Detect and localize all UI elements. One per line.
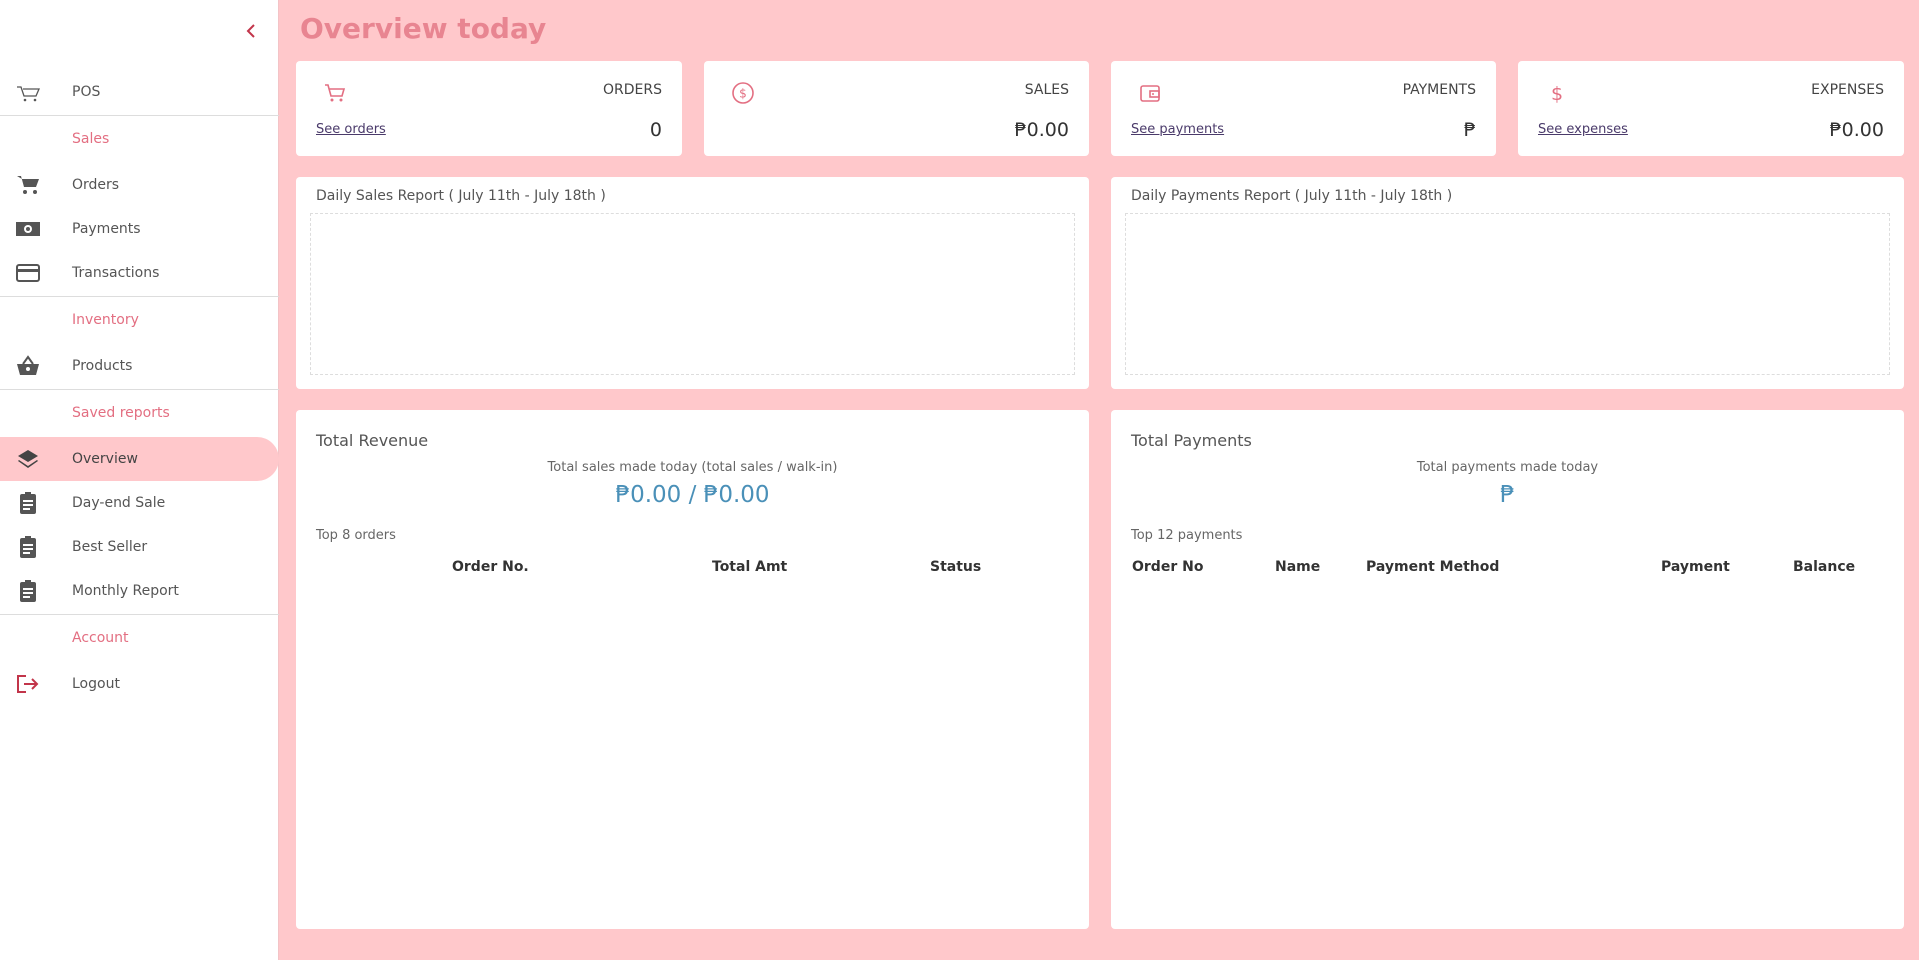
sidebar-item-label: Orders [72,177,120,193]
orders-caption: ORDERS [603,82,662,98]
logout-icon [15,672,41,696]
sales-stat-card: $ SALES ₱0.00 [704,61,1089,156]
total-revenue-card: Total Revenue Total sales made today (to… [296,410,1089,929]
column-header-order-no[interactable]: Order No. [452,559,529,575]
payments-caption: PAYMENTS [1402,82,1476,98]
sidebar-item-pos[interactable]: POS [0,70,279,114]
column-header-payment[interactable]: Payment [1661,559,1730,575]
daily-payments-report-card: Daily Payments Report ( July 11th - July… [1111,177,1904,389]
credit-card-icon [15,261,41,285]
divider [0,115,279,116]
daily-sales-chart-area [310,213,1075,375]
sidebar-item-payments[interactable]: Payments [0,207,279,251]
daily-payments-chart-area [1125,213,1890,375]
see-expenses-link[interactable]: See expenses [1538,122,1628,137]
sidebar-item-label: Payments [72,221,141,237]
sidebar-item-best-seller[interactable]: Best Seller [0,525,279,569]
total-revenue-amount: ₱0.00 / ₱0.00 [615,482,770,508]
section-header-saved-reports: Saved reports [72,405,170,421]
expenses-caption: EXPENSES [1811,82,1884,98]
payments-stat-card: PAYMENTS See payments ₱ [1111,61,1496,156]
sidebar-item-logout[interactable]: Logout [0,662,279,706]
divider [0,389,279,390]
see-orders-link[interactable]: See orders [316,122,386,137]
sidebar-item-overview[interactable]: Overview [0,437,279,481]
section-header-account: Account [72,630,129,646]
svg-text:$: $ [1551,83,1563,105]
sidebar-item-monthly-report[interactable]: Monthly Report [0,569,279,613]
cart-icon [323,81,347,105]
layers-icon [15,447,41,471]
sidebar-item-label: Transactions [72,265,160,281]
page-title: Overview today [300,12,547,45]
cart-outline-icon [15,80,41,104]
clipboard-icon [15,535,41,559]
cart-icon [15,173,41,197]
daily-sales-report-title: Daily Sales Report ( July 11th - July 18… [316,188,606,204]
total-payments-subtitle: Total payments made today [1416,460,1599,475]
total-revenue-title: Total Revenue [316,431,429,450]
daily-payments-report-title: Daily Payments Report ( July 11th - July… [1131,188,1453,204]
total-payments-amount: ₱ [1500,482,1515,508]
sales-value: ₱0.00 [1014,119,1069,141]
section-header-inventory: Inventory [72,312,139,328]
sidebar: POS Sales Orders Payments Transactions I… [0,0,279,960]
column-header-order-no[interactable]: Order No [1132,559,1203,575]
sidebar-item-orders[interactable]: Orders [0,163,279,207]
basket-icon [15,354,41,378]
wallet-icon [1138,81,1162,105]
payments-value: ₱ [1463,119,1476,141]
daily-sales-report-card: Daily Sales Report ( July 11th - July 18… [296,177,1089,389]
total-payments-card: Total Payments Total payments made today… [1111,410,1904,929]
cash-icon [15,217,41,241]
dollar-circle-icon: $ [731,81,755,105]
section-header-sales: Sales [72,131,110,147]
sidebar-item-label: Day-end Sale [72,495,166,511]
orders-stat-card: ORDERS See orders 0 [296,61,682,156]
top-payments-label: Top 12 payments [1131,528,1243,543]
see-payments-link[interactable]: See payments [1131,122,1224,137]
divider [0,614,279,615]
total-revenue-subtitle: Total sales made today (total sales / wa… [547,460,838,475]
clipboard-icon [15,579,41,603]
total-payments-title: Total Payments [1131,431,1252,450]
chevron-left-icon [246,24,255,38]
column-header-status[interactable]: Status [930,559,981,575]
column-header-total-amt[interactable]: Total Amt [712,559,787,575]
sidebar-item-transactions[interactable]: Transactions [0,251,279,295]
sidebar-item-label: Best Seller [72,539,148,555]
top-orders-label: Top 8 orders [316,528,396,543]
sidebar-item-label: Monthly Report [72,583,179,599]
sidebar-item-label: POS [72,84,101,100]
collapse-sidebar-button[interactable] [243,20,259,42]
svg-text:$: $ [739,87,747,101]
column-header-payment-method[interactable]: Payment Method [1366,559,1499,575]
dollar-icon: $ [1545,81,1569,105]
divider [0,296,279,297]
sidebar-item-products[interactable]: Products [0,344,279,388]
sidebar-item-label: Products [72,358,133,374]
column-header-balance[interactable]: Balance [1793,559,1855,575]
sidebar-item-label: Overview [72,451,138,467]
clipboard-icon [15,491,41,515]
orders-value: 0 [649,119,662,141]
column-header-name[interactable]: Name [1275,559,1320,575]
expenses-stat-card: $ EXPENSES See expenses ₱0.00 [1518,61,1904,156]
sidebar-item-day-end-sale[interactable]: Day-end Sale [0,481,279,525]
sales-caption: SALES [1024,82,1069,98]
sidebar-item-label: Logout [72,676,120,692]
expenses-value: ₱0.00 [1829,119,1884,141]
